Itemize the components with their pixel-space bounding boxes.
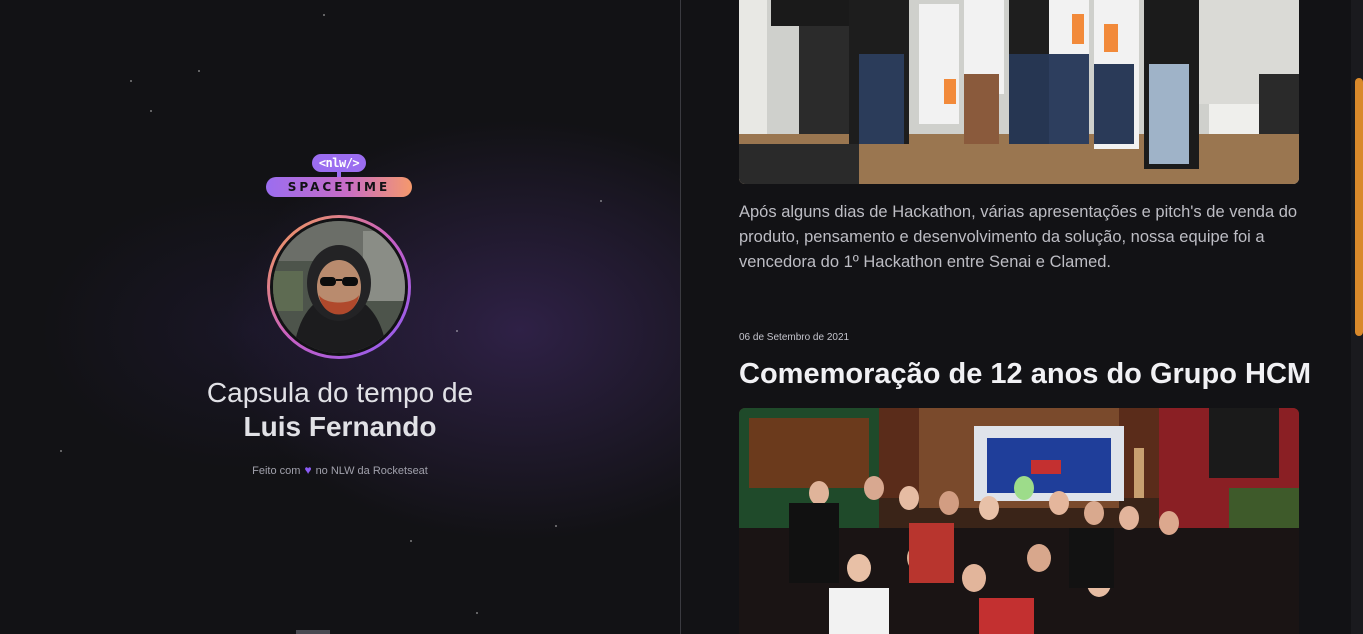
star [130, 80, 132, 82]
hackathon-image [739, 0, 1299, 184]
memory-description: Após alguns dias de Hackathon, várias ap… [739, 203, 1298, 271]
anniversary-image [739, 408, 1299, 634]
memories-timeline[interactable]: Após alguns dias de Hackathon, várias ap… [681, 0, 1351, 634]
star [410, 540, 412, 542]
logo-tag: <nlw/> [310, 152, 368, 174]
avatar [267, 215, 411, 359]
star [198, 70, 200, 72]
footer-made-with: Feito com [252, 465, 301, 477]
star [476, 612, 478, 614]
spacetime-logo: <nlw/> SPACETIME [266, 152, 412, 198]
vertical-scrollbar[interactable] [1351, 0, 1363, 634]
capsule-owner-name: Luis Fernando [243, 411, 437, 442]
avatar-image [273, 221, 405, 353]
memory-title: Comemoração de 12 anos do Grupo HCM [739, 358, 1312, 390]
star [456, 330, 458, 332]
hcm-anniversary-group-photo [739, 408, 1299, 634]
scrollbar-thumb[interactable] [1355, 78, 1363, 336]
star [150, 110, 152, 112]
memory-date: 06 de Setembro de 2021 [739, 332, 850, 343]
star [60, 450, 62, 452]
user-avatar-photo [270, 218, 408, 356]
logo-name: SPACETIME [266, 177, 412, 197]
bottom-handle [296, 630, 330, 634]
star [555, 525, 557, 527]
star [323, 14, 325, 16]
heart-icon: ♥ [304, 463, 312, 477]
capsule-heading: Capsula do tempo de [206, 377, 474, 408]
team-hackathon-photo [739, 0, 1299, 184]
footer-rest: no NLW da Rocketseat [315, 465, 428, 477]
star [600, 200, 602, 202]
left-panel: <nlw/> SPACETIME Capsula do tempo de Lui… [0, 0, 680, 634]
footer-credit: Feito com ♥ no NLW da Rocketseat [0, 463, 680, 477]
